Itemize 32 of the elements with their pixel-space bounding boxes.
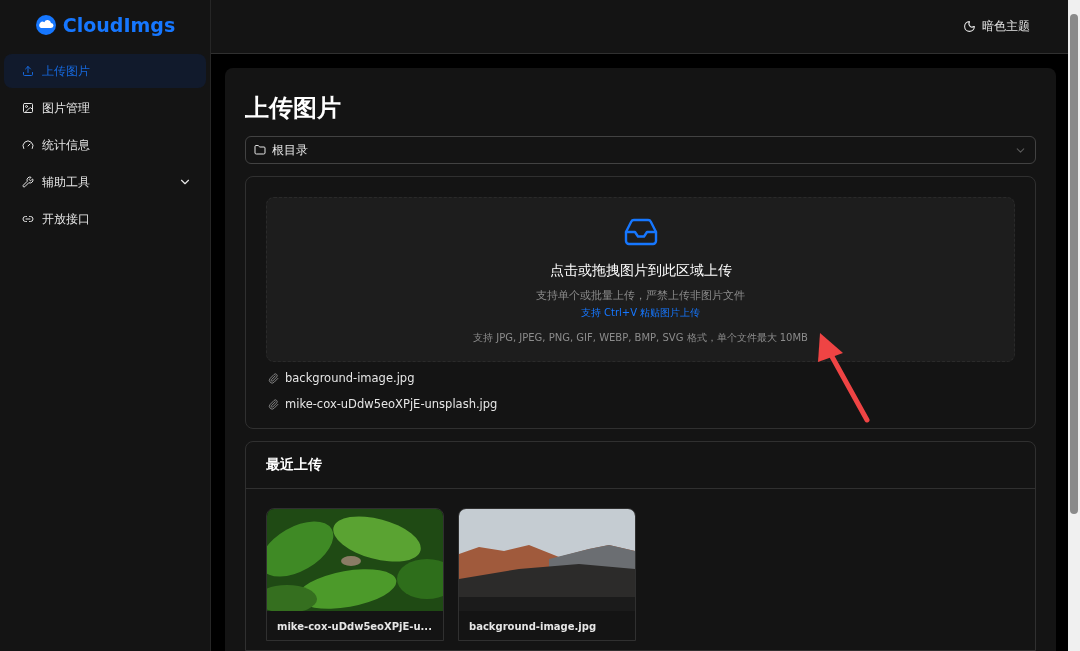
folder-icon (254, 144, 266, 156)
moon-icon (963, 20, 976, 33)
image-card[interactable]: background-image.jpg (458, 508, 636, 641)
scrollbar-thumb[interactable] (1070, 14, 1078, 514)
paperclip-icon (268, 398, 279, 410)
gauge-icon (22, 139, 34, 151)
paste-hint: 支持 Ctrl+V 粘贴图片上传 (580, 306, 701, 320)
dropzone-title: 点击或拖拽图片到此区域上传 (549, 262, 732, 280)
upload-icon (22, 65, 34, 77)
image-caption: mike-cox-uDdw5eoXPjE-u... (276, 620, 433, 634)
folder-select[interactable]: 根目录 (245, 136, 1036, 164)
wrench-icon (22, 176, 34, 188)
format-hint: 支持 JPG, JPEG, PNG, GIF, WEBP, BMP, SVG 格式，单个文件最大 10MB (473, 331, 808, 345)
image-caption: background-image.jpg (468, 620, 598, 634)
section-title: 最近上传 (246, 442, 1035, 489)
app-logo-text: CloudImgs (62, 14, 176, 36)
file-name[interactable]: mike-cox-uDdw5eoXPjE-unsplash.jpg (285, 397, 498, 411)
image-card[interactable]: mike-cox-uDdw5eoXPjE-u... (266, 508, 444, 641)
theme-toggle-button[interactable]: 暗色主题 (963, 18, 1030, 35)
cloud-logo-icon (34, 14, 57, 36)
paperclip-icon (268, 372, 279, 384)
upload-dropzone[interactable]: 点击或拖拽图片到此区域上传 支持单个或批量上传，严禁上传非图片文件 支持 Ctrl+V 粘贴图片上传 支持 JPG, JPEG, PNG, GIF, WEBP, BMP, SVG 格式，单个文件最大 10MB (266, 197, 1015, 362)
scrollbar[interactable] (1068, 0, 1080, 651)
sidebar-item[interactable]: 统计信息 (4, 128, 206, 162)
link-icon (22, 213, 34, 225)
sidebar-item[interactable]: 开放接口 (4, 202, 206, 236)
sidebar-item[interactable]: 辅助工具 (4, 165, 206, 199)
file-name[interactable]: background-image.jpg (285, 371, 415, 385)
sidebar-item[interactable]: 图片管理 (4, 91, 206, 125)
dropzone-hint: 支持单个或批量上传，严禁上传非图片文件 (536, 288, 745, 303)
page-title: 上传图片 (245, 93, 342, 124)
image-icon (22, 102, 34, 114)
